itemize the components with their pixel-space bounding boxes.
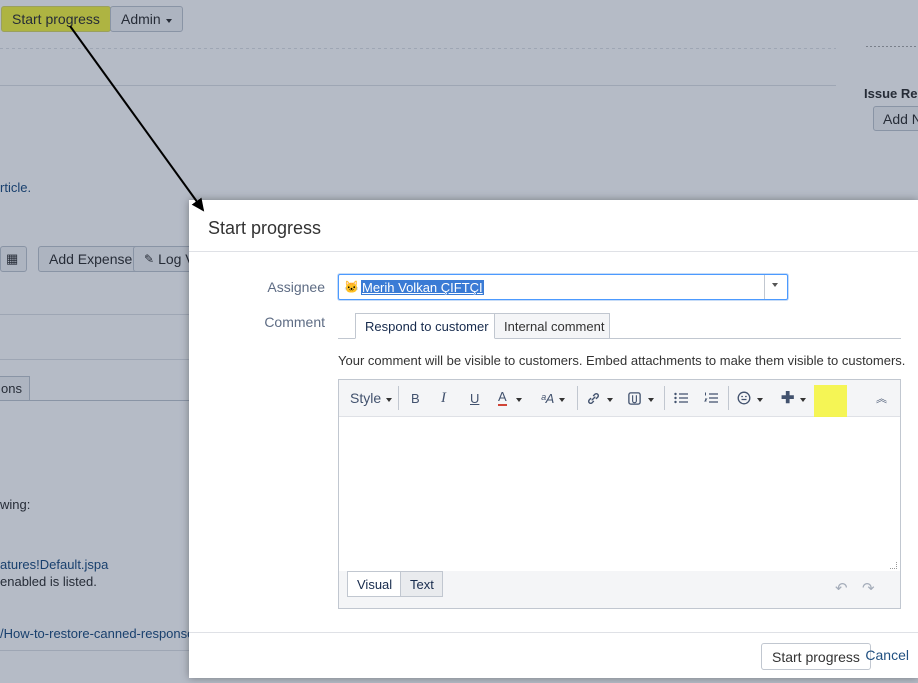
tab-respond-to-customer[interactable]: Respond to customer — [355, 313, 495, 339]
tab-respond-label: Respond to customer — [365, 319, 489, 334]
annotation-arrow — [0, 0, 918, 683]
